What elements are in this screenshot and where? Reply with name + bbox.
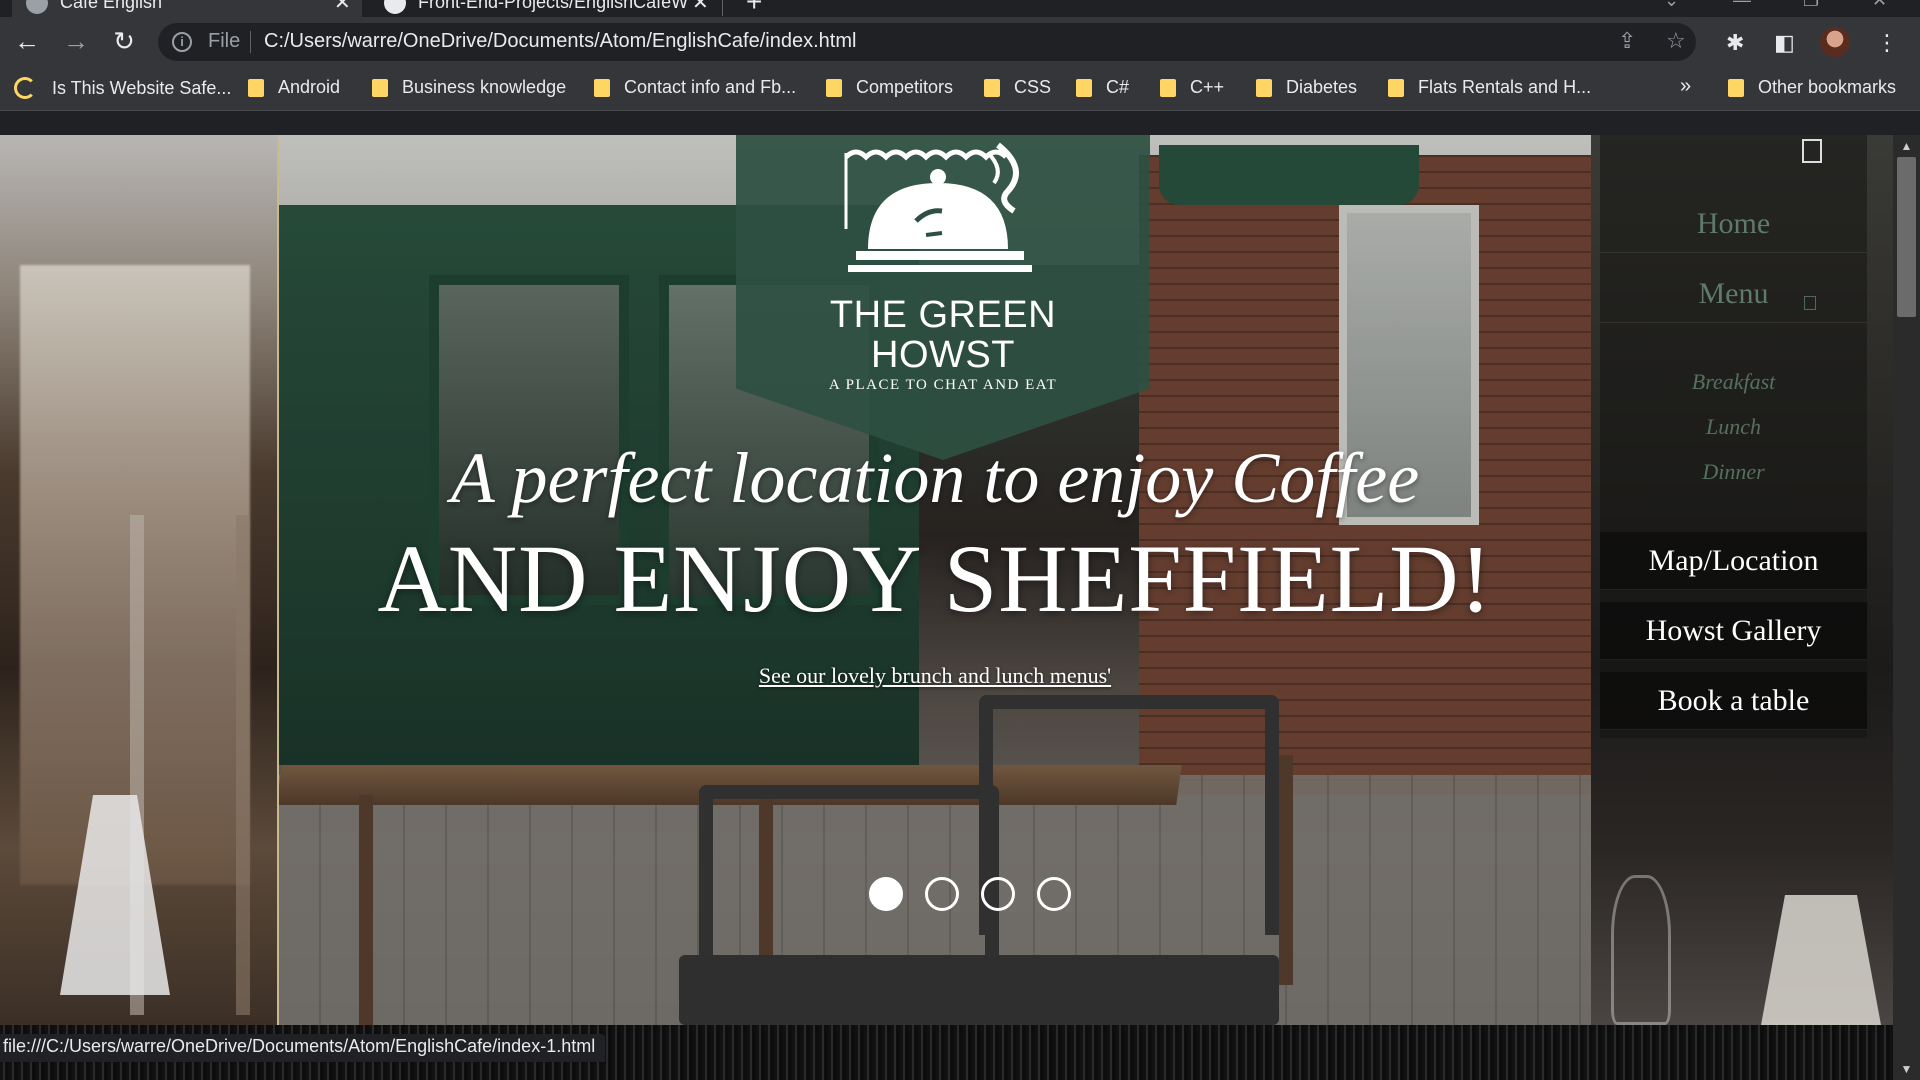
bookmark-label: Contact info and Fb... — [624, 77, 797, 97]
arrow-left-icon[interactable]: ← — [11, 25, 43, 57]
bookmark-folder[interactable]: Diabetes — [1256, 77, 1357, 98]
tab-cafe-english[interactable]: Cafe English ✕ — [12, 0, 362, 17]
bookmark-folder[interactable]: C++ — [1160, 77, 1224, 98]
nav-map-location[interactable]: Map/Location — [1600, 532, 1867, 590]
carousel-dot[interactable] — [869, 877, 903, 911]
arrow-right-icon[interactable]: → — [60, 25, 92, 57]
side-panel-icon[interactable]: ◧ — [1774, 30, 1795, 56]
folder-icon — [1256, 78, 1272, 97]
brand-name: THE GREEN HOWST — [736, 295, 1150, 375]
loading-icon — [14, 77, 36, 99]
nav-menu[interactable]: Menu — [1600, 265, 1867, 323]
star-icon[interactable]: ☆ — [1666, 28, 1686, 54]
address-bar[interactable]: i File C:/Users/warre/OneDrive/Documents… — [158, 23, 1696, 61]
restore-icon[interactable]: ❐ — [1803, 0, 1819, 11]
url-scheme: File — [208, 30, 241, 52]
folder-icon — [1076, 78, 1092, 97]
nav-gallery[interactable]: Howst Gallery — [1600, 602, 1867, 660]
nav-home[interactable]: Home — [1600, 195, 1867, 253]
brand-tagline: A PLACE TO CHAT AND EAT — [828, 377, 1058, 393]
scroll-down-icon[interactable]: ▼ — [1893, 1058, 1920, 1080]
bookmark-item[interactable]: Is This Website Safe... — [14, 77, 231, 99]
carousel-indicators — [869, 877, 1071, 911]
bookmark-label: Other bookmarks — [1758, 77, 1897, 97]
tab-title: Front-End-Projects/EnglishCafeW — [418, 0, 689, 12]
bookmark-label: Competitors — [856, 77, 954, 97]
menus-link[interactable]: See our lovely brunch and lunch menus' — [279, 663, 1591, 689]
bookmark-label: C# — [1106, 77, 1130, 97]
nav-book-table[interactable]: Book a table — [1600, 672, 1867, 730]
tab-title: Cafe English — [60, 0, 163, 12]
folder-icon — [248, 78, 264, 97]
page-viewport: THE GREEN HOWST A PLACE TO CHAT AND EAT … — [0, 135, 1920, 1080]
folder-icon — [372, 78, 388, 97]
nav-close-button[interactable] — [1802, 139, 1822, 163]
left-background-image — [0, 135, 278, 1025]
carousel-dot[interactable] — [1037, 877, 1071, 911]
avatar[interactable] — [1820, 27, 1850, 57]
folder-icon — [1160, 78, 1176, 97]
tab-separator — [722, 0, 723, 16]
submenu-breakfast[interactable]: Breakfast — [1600, 369, 1867, 395]
folder-icon — [1728, 78, 1744, 97]
tab-search-icon[interactable]: ⌄ — [1664, 0, 1679, 11]
hero-subheading: A perfect location to enjoy Coffee — [450, 438, 1420, 518]
close-tab-icon[interactable]: ✕ — [334, 0, 351, 15]
info-icon[interactable]: i — [172, 32, 192, 52]
bookmarks-overflow-button[interactable]: » — [1680, 75, 1691, 98]
folder-icon — [594, 78, 610, 97]
omnibox-divider — [250, 31, 251, 53]
wine-glass-shape — [1611, 875, 1671, 1025]
bookmark-label: CSS — [1014, 77, 1052, 97]
bookmark-label: C++ — [1190, 77, 1225, 97]
submenu-lunch[interactable]: Lunch — [1600, 414, 1867, 440]
scrollbar-thumb[interactable] — [1897, 157, 1916, 317]
bookmark-folder[interactable]: CSS — [984, 77, 1051, 98]
tab-github[interactable]: Front-End-Projects/EnglishCafeW ✕ — [372, 0, 712, 17]
folder-icon — [984, 78, 1000, 97]
browser-toolbar: ← → ↻ i File C:/Users/warre/OneDrive/Doc… — [0, 17, 1920, 67]
github-icon — [384, 0, 406, 14]
close-window-icon[interactable]: ✕ — [1872, 0, 1887, 11]
bookmark-folder[interactable]: C# — [1076, 77, 1129, 98]
bookmark-folder[interactable]: Android — [248, 77, 340, 98]
tab-strip: Cafe English ✕ Front-End-Projects/Englis… — [0, 0, 1920, 17]
carousel-dot[interactable] — [981, 877, 1015, 911]
tablecloth-shape — [1761, 895, 1881, 1025]
brand-name-line2: HOWST — [871, 334, 1015, 376]
url-text[interactable]: C:/Users/warre/OneDrive/Documents/Atom/E… — [264, 30, 856, 53]
bookmark-label: Android — [278, 77, 341, 97]
hero-heading: AND ENJOY SHEFFIELD! — [377, 525, 1493, 632]
kebab-menu-icon[interactable]: ⋮ — [1876, 30, 1898, 56]
other-bookmarks-folder[interactable]: Other bookmarks — [1728, 77, 1896, 98]
share-icon[interactable]: ⇪ — [1618, 28, 1636, 54]
bookmark-folder[interactable]: Flats Rentals and H... — [1388, 77, 1591, 98]
carousel-dot[interactable] — [925, 877, 959, 911]
close-tab-icon[interactable]: ✕ — [692, 0, 709, 15]
bookmark-label: Business knowledge — [402, 77, 567, 97]
scroll-up-icon[interactable]: ▲ — [1893, 135, 1920, 157]
bookmark-folder[interactable]: Contact info and Fb... — [594, 77, 796, 98]
puzzle-icon[interactable]: ✱ — [1726, 30, 1744, 56]
new-tab-button[interactable]: + — [746, 0, 762, 16]
globe-icon — [26, 0, 48, 14]
dropdown-caret-icon[interactable] — [1804, 296, 1816, 310]
status-url-bubble: file:///C:/Users/warre/OneDrive/Document… — [0, 1034, 606, 1062]
cloche-logo-icon — [844, 142, 1032, 272]
folder-icon — [1388, 78, 1404, 97]
bookmark-label: Flats Rentals and H... — [1418, 77, 1592, 97]
bookmarks-bar: Is This Website Safe... Android Business… — [0, 67, 1920, 111]
bookmark-label: Is This Website Safe... — [52, 77, 232, 98]
bookmark-folder[interactable]: Competitors — [826, 77, 953, 98]
folder-icon — [826, 78, 842, 97]
minimize-icon[interactable]: — — [1733, 0, 1751, 11]
reload-icon[interactable]: ↻ — [108, 25, 140, 57]
bookmark-label: Diabetes — [1286, 77, 1358, 97]
submenu-dinner[interactable]: Dinner — [1600, 459, 1867, 485]
bookmark-folder[interactable]: Business knowledge — [372, 77, 566, 98]
brand-name-line1: THE GREEN — [829, 294, 1057, 336]
